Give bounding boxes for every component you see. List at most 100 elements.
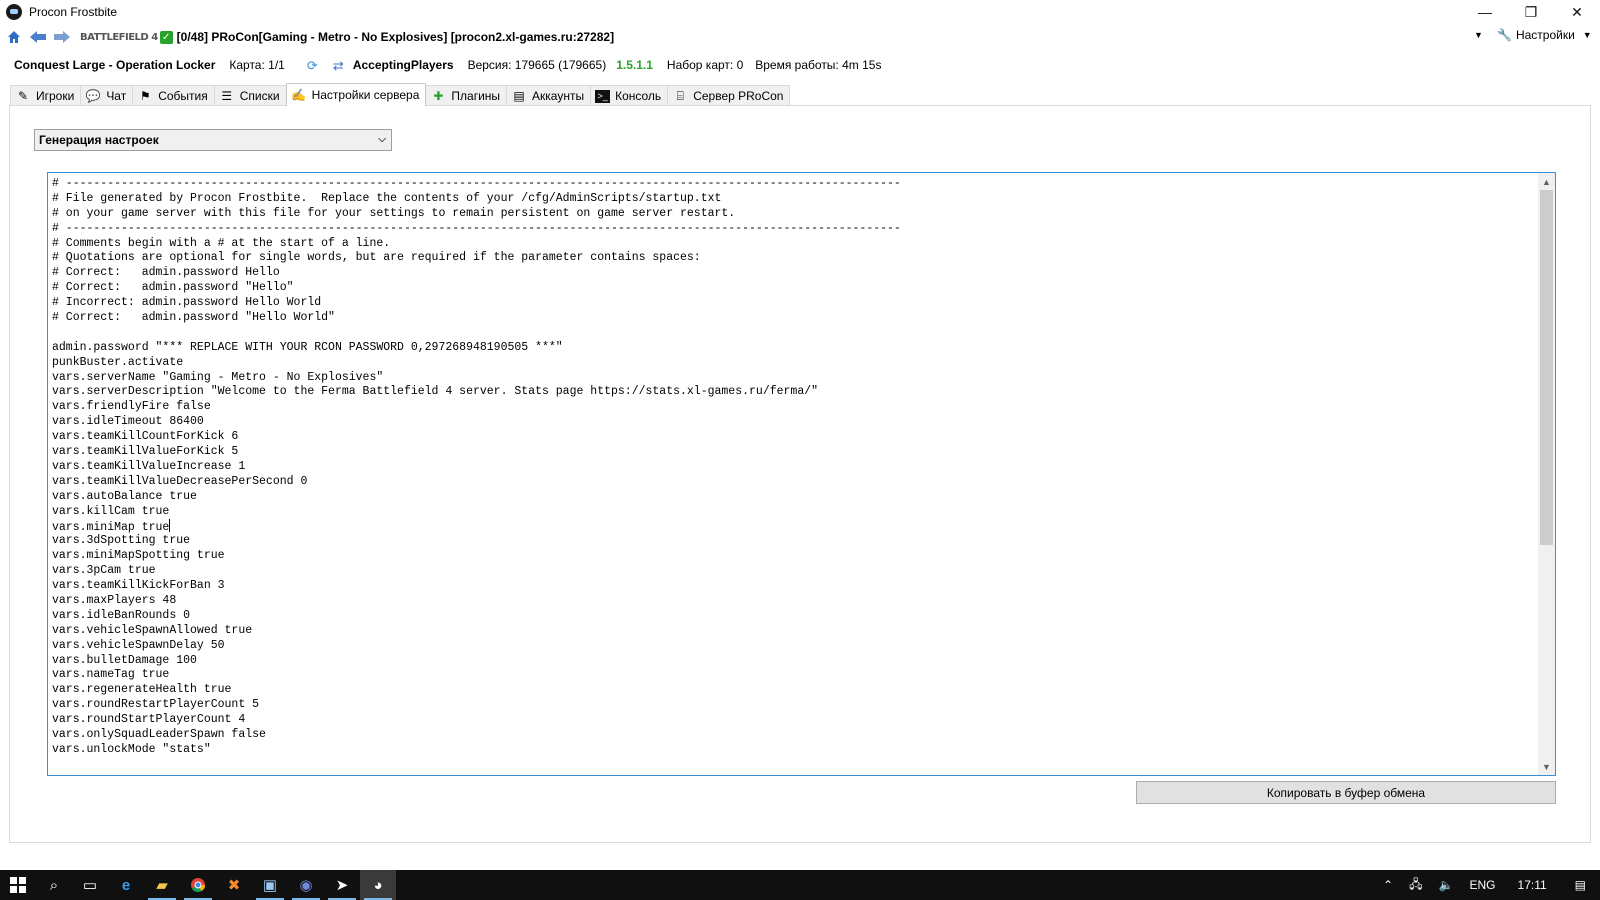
tab-chat[interactable]: 💬 Чат — [80, 85, 134, 106]
settings-category-value: Генерация настроек — [39, 133, 159, 147]
scrollbar-thumb[interactable] — [1540, 190, 1553, 545]
window-controls: — ❐ ✕ — [1462, 0, 1600, 24]
forward-arrow-icon[interactable] — [52, 27, 72, 47]
text-caret — [169, 519, 171, 533]
connection-toolbar: BATTLEFIELD 4 ✓ [0/48] PRoCon[Gaming - M… — [0, 24, 1600, 50]
connection-title: [0/48] PRoCon[Gaming - Metro - No Explos… — [176, 30, 615, 44]
config-line: vars.vehicleSpawnAllowed true — [52, 623, 253, 637]
server-state: AcceptingPlayers — [352, 58, 454, 72]
file-explorer-icon[interactable]: ▰ — [144, 870, 180, 900]
config-line: punkBuster.activate — [52, 355, 184, 369]
events-icon: ⚑ — [139, 89, 151, 103]
notifications-icon[interactable]: ▤ — [1575, 878, 1586, 892]
tab-console[interactable]: >_ Консоль — [590, 85, 669, 106]
config-line: vars.teamKillValueIncrease 1 — [52, 459, 246, 473]
config-line: vars.roundStartPlayerCount 4 — [52, 713, 246, 727]
config-line: vars.onlySquadLeaderSpawn false — [52, 727, 266, 741]
task-view-icon[interactable]: ▭ — [72, 870, 108, 900]
chrome-icon[interactable] — [180, 870, 216, 900]
settings-category-select[interactable]: Генерация настроек ⌵ — [34, 129, 392, 151]
tab-label: Плагины — [451, 89, 501, 103]
config-line: vars.idleBanRounds 0 — [52, 608, 191, 622]
generated-config-textarea[interactable]: # --------------------------------------… — [47, 172, 1556, 776]
config-line: vars.bulletDamage 100 — [52, 653, 197, 667]
system-tray: ⌃ 🖧 🔈 ENG 17:11 ▤ — [1375, 870, 1600, 900]
config-line: vars.3pCam true — [52, 564, 156, 578]
plugins-icon: ✚ — [433, 89, 444, 103]
telegram-icon[interactable]: ➤ — [324, 870, 360, 900]
lists-icon: ☰ — [221, 89, 233, 103]
settings-menu-button[interactable]: 🔧 Настройки ▼ — [1497, 28, 1592, 42]
mapset-count: Набор карт: 0 — [666, 58, 744, 72]
windows-taskbar: ⌕ ▭ e ▰ ✖ ▣ ◉ ➤ ◕ ⌃ 🖧 🔈 ENG 17:11 ▤ — [0, 870, 1600, 900]
maximize-button[interactable]: ❐ — [1508, 0, 1554, 24]
config-line: vars.maxPlayers 48 — [52, 593, 177, 607]
tab-plugins[interactable]: ✚ Плагины — [425, 85, 508, 106]
tab-accounts[interactable]: ▤ Аккаунты — [506, 85, 592, 106]
remote-desktop-icon[interactable]: ▣ — [252, 870, 288, 900]
tab-label: События — [158, 89, 208, 103]
main-tabs: ✎ Игроки 💬 Чат ⚑ События ☰ Списки ✍ Настройки… — [10, 83, 791, 106]
round-counter: Карта: 1/1 — [229, 58, 285, 72]
config-line: vars.serverName "Gaming - Metro - No Exp… — [52, 370, 384, 384]
discord-icon[interactable]: ◉ — [288, 870, 324, 900]
config-line: vars.regenerateHealth true — [52, 683, 232, 697]
config-text: # --------------------------------------… — [52, 177, 1512, 758]
tab-lists[interactable]: ☰ Списки — [213, 85, 287, 106]
wrench-icon: 🔧 — [1497, 28, 1512, 42]
config-line: # on your game server with this file for… — [52, 206, 736, 220]
tab-procon-server[interactable]: ⌸ Сервер PRoCon — [667, 85, 791, 106]
close-button[interactable]: ✕ — [1554, 0, 1600, 24]
input-language[interactable]: ENG — [1470, 878, 1496, 892]
volume-icon[interactable]: 🔈 — [1439, 878, 1454, 892]
config-line: vars.teamKillValueDecreasePerSecond 0 — [52, 474, 308, 488]
tab-server-settings[interactable]: ✍ Настройки сервера — [285, 83, 427, 106]
server-status-line: Conquest Large - Operation Locker Карта:… — [0, 55, 1600, 75]
start-icon[interactable] — [0, 870, 36, 900]
tab-label: Списки — [239, 89, 280, 103]
edge-icon[interactable]: e — [108, 870, 144, 900]
clock[interactable]: 17:11 — [1518, 878, 1547, 892]
procon-app-icon — [6, 4, 22, 20]
server-state-icon: ⇄ — [332, 58, 344, 73]
home-icon[interactable] — [4, 27, 24, 47]
config-line: # --------------------------------------… — [52, 177, 901, 190]
sublime-icon[interactable]: ✖ — [216, 870, 252, 900]
scroll-down-icon[interactable]: ▼ — [1538, 758, 1555, 775]
refresh-icon[interactable]: ⟳ — [307, 58, 321, 73]
settings-menu-label: Настройки — [1515, 28, 1575, 42]
config-line: vars.serverDescription "Welcome to the F… — [52, 385, 819, 399]
config-line: vars.idleTimeout 86400 — [52, 415, 204, 429]
procon-taskbar-icon[interactable]: ◕ — [360, 870, 396, 900]
config-line: vars.teamKillKickForBan 3 — [52, 579, 225, 593]
config-line: # Comments begin with a # at the start o… — [52, 236, 391, 250]
config-line: vars.killCam true — [52, 504, 170, 518]
config-line: # Correct: admin.password "Hello World" — [52, 311, 335, 325]
minimize-button[interactable]: — — [1462, 0, 1508, 24]
config-line: vars.miniMap true — [52, 519, 171, 535]
players-icon: ✎ — [17, 89, 29, 103]
config-line: vars.miniMapSpotting true — [52, 549, 225, 563]
connection-dropdown-icon[interactable]: ▼ — [1474, 30, 1483, 40]
network-icon[interactable]: 🖧 — [1409, 875, 1422, 896]
config-line: # Correct: admin.password Hello — [52, 266, 280, 280]
tab-players[interactable]: ✎ Игроки — [10, 85, 82, 106]
scroll-up-icon[interactable]: ▲ — [1538, 173, 1555, 190]
tab-label: Игроки — [36, 89, 75, 103]
config-line: vars.autoBalance true — [52, 489, 197, 503]
tab-events[interactable]: ⚑ События — [132, 85, 215, 106]
back-arrow-icon[interactable] — [28, 27, 48, 47]
console-icon: >_ — [595, 89, 611, 103]
config-line: vars.unlockMode "stats" — [52, 742, 211, 756]
tray-chevron-up-icon[interactable]: ⌃ — [1383, 878, 1393, 892]
search-icon[interactable]: ⌕ — [36, 870, 72, 900]
tab-label: Сервер PRoCon — [693, 89, 784, 103]
vertical-scrollbar[interactable]: ▲ ▼ — [1538, 173, 1555, 775]
config-line: # Correct: admin.password "Hello" — [52, 281, 294, 295]
config-line: vars.teamKillCountForKick 6 — [52, 430, 239, 444]
procon-server-icon: ⌸ — [676, 88, 684, 103]
copy-to-clipboard-button[interactable]: Копировать в буфер обмена — [1136, 781, 1556, 804]
config-line: vars.vehicleSpawnDelay 50 — [52, 638, 225, 652]
config-line: vars.3dSpotting true — [52, 534, 191, 548]
accounts-icon: ▤ — [513, 89, 525, 103]
